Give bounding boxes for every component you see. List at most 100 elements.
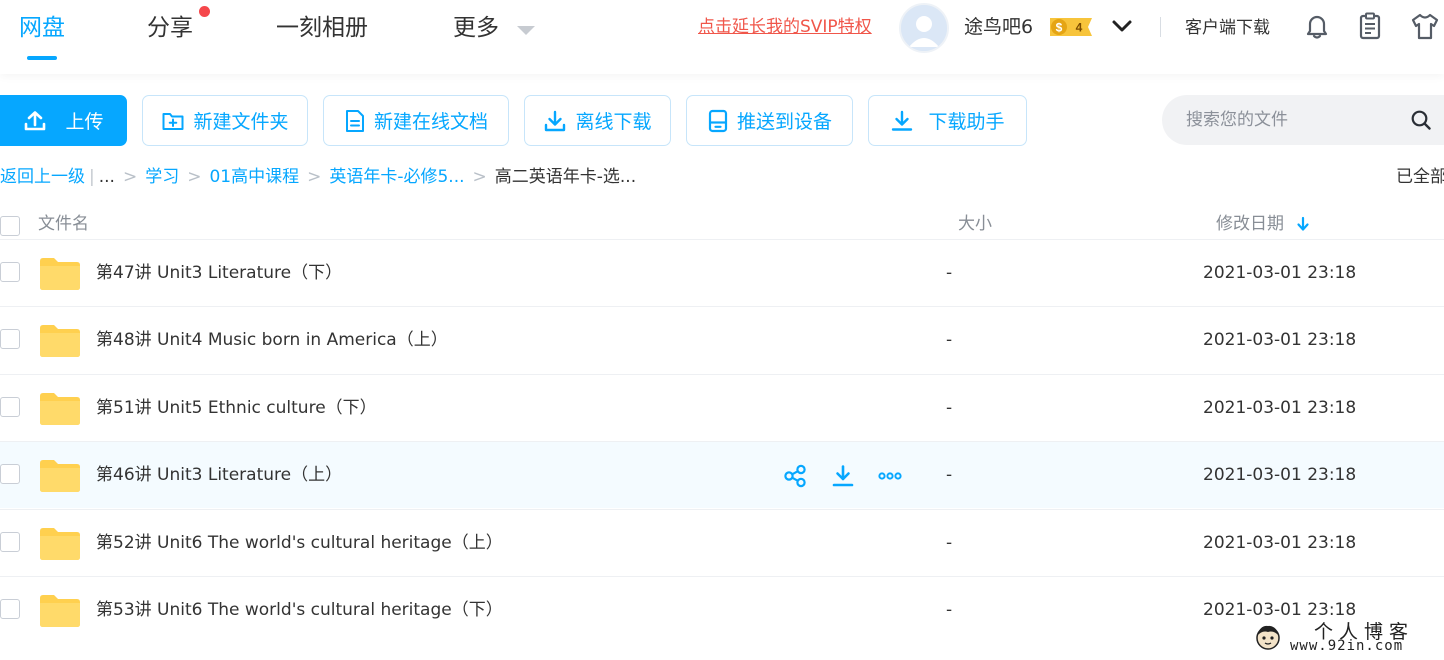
- file-size: -: [946, 330, 953, 350]
- vip-level: 4: [1076, 21, 1083, 35]
- file-date: 2021-03-01 23:18: [1203, 330, 1357, 350]
- push-to-device-label: 推送到设备: [736, 111, 832, 133]
- tab-more[interactable]: 更多: [453, 11, 499, 45]
- table-row[interactable]: 第48讲 Unit4 Music born in America（上） - 20…: [0, 306, 1444, 373]
- mascot-icon: [1256, 625, 1280, 650]
- folder-icon: [40, 393, 80, 425]
- avatar[interactable]: [899, 3, 949, 53]
- row-checkbox[interactable]: [0, 599, 20, 619]
- new-online-doc-button[interactable]: 新建在线文档: [323, 95, 509, 146]
- file-name[interactable]: 第52讲 Unit6 The world's cultural heritage…: [96, 529, 503, 557]
- table-row[interactable]: 第52讲 Unit6 The world's cultural heritage…: [0, 509, 1444, 576]
- download-helper-label: 下载助手: [928, 111, 1005, 133]
- folder-icon: [40, 595, 80, 627]
- avatar-silhouette-icon: [901, 5, 947, 51]
- chevron-down-icon[interactable]: [517, 26, 535, 35]
- watermark-url: www.92in.com: [1290, 638, 1404, 654]
- folder-plus-icon: [162, 112, 184, 130]
- breadcrumb-separator: >: [472, 167, 487, 187]
- file-size: -: [946, 263, 953, 283]
- select-all-checkbox[interactable]: [0, 216, 20, 236]
- tab-netdisk[interactable]: 网盘: [19, 11, 65, 45]
- file-name[interactable]: 第46讲 Unit3 Literature（上）: [96, 461, 342, 489]
- file-date: 2021-03-01 23:18: [1203, 263, 1357, 283]
- row-checkbox[interactable]: [0, 397, 20, 417]
- client-download-link[interactable]: 客户端下载: [1185, 15, 1270, 41]
- loaded-status: 已全部: [1396, 167, 1444, 187]
- upload-icon: [25, 110, 46, 130]
- table-row[interactable]: 第46讲 Unit3 Literature（上） - 2021-03-01 23…: [0, 441, 1444, 508]
- watermark: 个人博客 www.92in.com: [1244, 617, 1444, 660]
- breadcrumb-separator: >: [187, 167, 202, 187]
- upload-button[interactable]: 上传: [0, 95, 127, 146]
- download-icon[interactable]: [831, 464, 855, 488]
- folder-icon: [40, 325, 80, 357]
- file-size: -: [946, 533, 953, 553]
- column-header-modified[interactable]: 修改日期: [1216, 211, 1284, 237]
- search-icon[interactable]: [1410, 109, 1432, 131]
- vip-symbol: $: [1056, 21, 1063, 35]
- push-to-device-button[interactable]: 推送到设备: [686, 95, 853, 146]
- row-checkbox[interactable]: [0, 262, 20, 282]
- divider: [1160, 17, 1161, 37]
- breadcrumb-current: 高二英语年卡-选...: [494, 167, 637, 187]
- breadcrumb-ellipsis[interactable]: ...: [99, 163, 115, 191]
- search-input[interactable]: [1184, 95, 1404, 145]
- table-row[interactable]: 第47讲 Unit3 Literature（下） - 2021-03-01 23…: [0, 239, 1444, 306]
- sort-desc-arrow-icon[interactable]: [1296, 216, 1310, 232]
- device-icon: [708, 109, 728, 132]
- file-date: 2021-03-01 23:18: [1203, 465, 1357, 485]
- file-name[interactable]: 第53讲 Unit6 The world's cultural heritage…: [96, 596, 503, 624]
- row-checkbox[interactable]: [0, 532, 20, 552]
- file-name[interactable]: 第48讲 Unit4 Music born in America（上）: [96, 326, 448, 354]
- breadcrumb-item-english-card[interactable]: 英语年卡-必修5...: [329, 163, 464, 191]
- clipboard-icon[interactable]: [1355, 11, 1385, 41]
- user-menu-chevron-icon[interactable]: [1111, 15, 1133, 37]
- column-header-name[interactable]: 文件名: [38, 211, 89, 237]
- vip-badge: $ 4: [1050, 18, 1092, 36]
- folder-icon: [40, 460, 80, 492]
- row-checkbox[interactable]: [0, 329, 20, 349]
- file-name[interactable]: 第47讲 Unit3 Literature（下）: [96, 259, 342, 287]
- folder-icon: [40, 258, 80, 290]
- file-size: -: [946, 465, 953, 485]
- new-folder-button[interactable]: 新建文件夹: [142, 95, 308, 146]
- share-icon[interactable]: [783, 464, 807, 488]
- tab-album[interactable]: 一刻相册: [276, 11, 368, 45]
- breadcrumb-item-study[interactable]: 学习: [145, 163, 179, 191]
- folder-icon: [40, 528, 80, 560]
- upload-label: 上传: [65, 111, 104, 133]
- bell-icon[interactable]: [1302, 11, 1332, 41]
- column-header-size[interactable]: 大小: [958, 211, 992, 237]
- download-icon: [545, 110, 566, 131]
- breadcrumb-separator: >: [122, 167, 138, 187]
- file-date: 2021-03-01 23:18: [1203, 533, 1357, 553]
- offline-download-label: 离线下载: [575, 111, 652, 133]
- notification-dot: [199, 6, 210, 17]
- table-row[interactable]: 第53讲 Unit6 The world's cultural heritage…: [0, 576, 1444, 643]
- breadcrumb-item-highschool[interactable]: 01高中课程: [209, 163, 299, 191]
- document-icon: [345, 109, 364, 132]
- download-helper-icon: [892, 110, 913, 131]
- file-date: 2021-03-01 23:18: [1203, 398, 1357, 418]
- breadcrumb-pipe: |: [89, 167, 95, 187]
- username[interactable]: 途鸟吧6: [964, 12, 1033, 42]
- search-box: [1162, 95, 1444, 145]
- row-checkbox[interactable]: [0, 464, 20, 484]
- new-online-doc-label: 新建在线文档: [373, 111, 488, 133]
- breadcrumb-back-link[interactable]: 返回上一级: [0, 163, 85, 191]
- breadcrumb: 返回上一级 |... > 学习 >01高中课程 > 英语年卡-必修5... > 高二英语年卡-选…: [0, 163, 636, 191]
- table-row[interactable]: 第51讲 Unit5 Ethnic culture（下） - 2021-03-0…: [0, 374, 1444, 441]
- active-tab-indicator: [27, 56, 57, 60]
- offline-download-button[interactable]: 离线下载: [524, 95, 671, 146]
- tab-share[interactable]: 分享: [147, 11, 193, 45]
- file-size: -: [946, 398, 953, 418]
- file-size: -: [946, 600, 953, 620]
- shirt-icon[interactable]: [1410, 11, 1440, 41]
- svip-renew-link[interactable]: 点击延长我的SVIP特权: [698, 14, 872, 40]
- download-helper-button[interactable]: 下载助手: [868, 95, 1027, 146]
- more-icon[interactable]: [878, 464, 902, 488]
- file-name[interactable]: 第51讲 Unit5 Ethnic culture（下）: [96, 394, 377, 422]
- new-folder-label: 新建文件夹: [193, 111, 289, 133]
- breadcrumb-separator: >: [307, 167, 322, 187]
